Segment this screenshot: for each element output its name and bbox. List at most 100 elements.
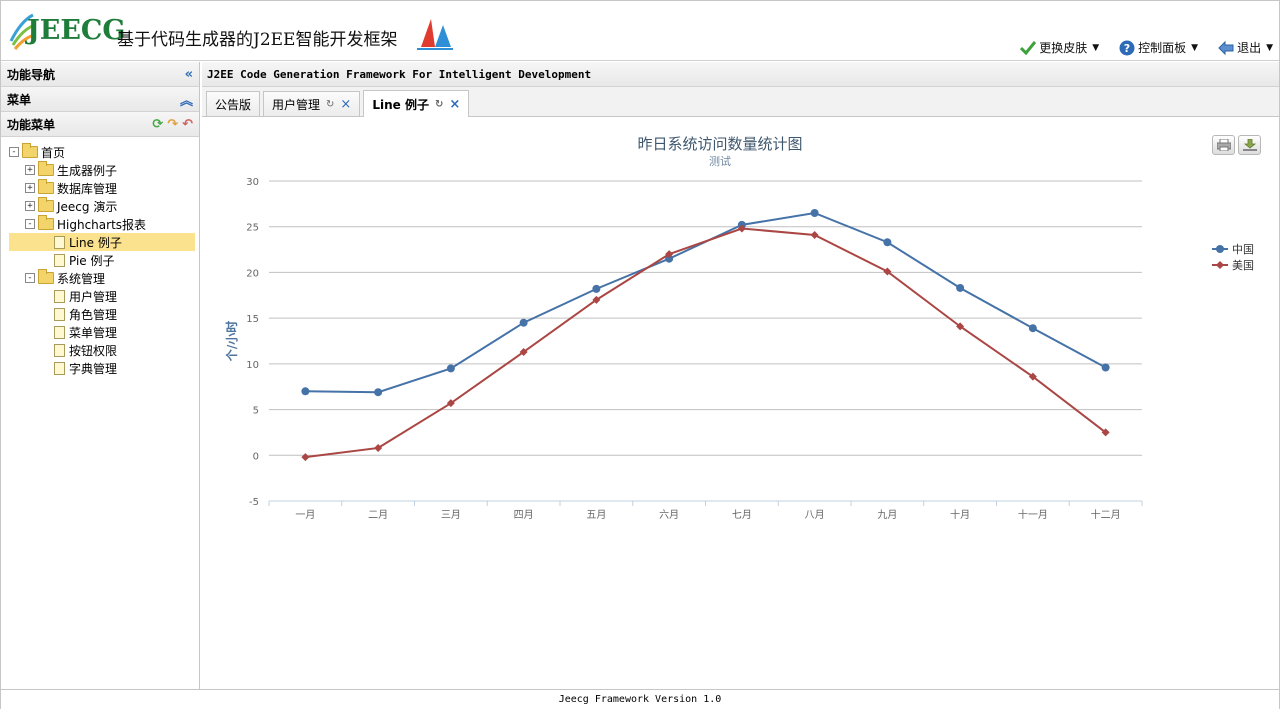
x-tick-label: 七月 bbox=[732, 509, 752, 521]
x-tick-label: 六月 bbox=[659, 509, 679, 521]
tab-refresh-icon[interactable]: ↻ bbox=[435, 99, 443, 110]
data-point bbox=[810, 230, 819, 239]
tree-node-label: Highcharts报表 bbox=[57, 217, 147, 232]
collapse-left-icon[interactable]: « bbox=[185, 67, 193, 82]
x-tick-label: 九月 bbox=[877, 509, 897, 521]
logo: JEECG 基于代码生成器的J2EE智能开发框架 bbox=[7, 9, 457, 57]
data-point bbox=[1028, 324, 1037, 333]
tree-node[interactable]: + Jeecg 演示 bbox=[9, 197, 199, 215]
collapse-icon[interactable]: - bbox=[25, 273, 35, 283]
help-icon: ? bbox=[1119, 40, 1135, 55]
logo-slogan: 基于代码生成器的J2EE智能开发框架 bbox=[117, 30, 398, 50]
data-point bbox=[1101, 363, 1110, 372]
tree-node-label: 按钮权限 bbox=[69, 343, 118, 358]
tree-node[interactable]: Line 例子 bbox=[9, 233, 195, 251]
sidebar: 功能导航 « 菜单 ︽ 功能菜单 ⟳ ↷ ↶ - 首页 + 生成器例子 + 数据库管理 + J… bbox=[1, 62, 200, 689]
x-tick-label: 三月 bbox=[441, 509, 461, 521]
check-icon bbox=[1020, 40, 1037, 55]
collapse-icon[interactable]: - bbox=[25, 219, 35, 229]
tab-label: 公告版 bbox=[215, 97, 252, 112]
header: JEECG 基于代码生成器的J2EE智能开发框架 更换皮肤 ▼ ? 控制面板 ▼… bbox=[1, 1, 1279, 61]
change-skin-menu[interactable]: 更换皮肤 ▼ bbox=[1020, 39, 1099, 56]
expand-icon[interactable]: + bbox=[25, 183, 35, 193]
collapse-up-icon[interactable]: ︽ bbox=[180, 90, 193, 109]
collapse-icon[interactable]: - bbox=[9, 147, 19, 157]
data-point bbox=[810, 209, 819, 217]
expand-icon[interactable]: + bbox=[25, 165, 35, 175]
tab-refresh-icon[interactable]: ↻ bbox=[326, 99, 334, 110]
app-window: JEECG 基于代码生成器的J2EE智能开发框架 更换皮肤 ▼ ? 控制面板 ▼… bbox=[0, 0, 1280, 709]
tree-node-label: 系统管理 bbox=[57, 271, 106, 286]
tree-node[interactable]: 角色管理 bbox=[9, 305, 199, 323]
y-tick-label: 25 bbox=[246, 223, 259, 234]
chart-subtitle: 测试 bbox=[709, 155, 731, 168]
chart-area: 昨日系统访问数量统计图 测试 -5 0 5 10 15 20 25 30 一月 二月 三月 四月 五月 六月 七… bbox=[202, 118, 1279, 689]
y-tick-label: 20 bbox=[246, 268, 259, 279]
sidebar-menu-header: 菜单 ︽ bbox=[1, 87, 199, 112]
y-tick-label: 10 bbox=[246, 360, 259, 371]
tab-item[interactable]: 公告版 bbox=[206, 91, 261, 116]
data-point bbox=[301, 453, 310, 462]
y-tick-label: 0 bbox=[253, 451, 259, 462]
tree-node[interactable]: + 数据库管理 bbox=[9, 179, 199, 197]
x-tick-label: 十一月 bbox=[1018, 508, 1048, 521]
sidebar-menu-title: 菜单 bbox=[7, 92, 32, 107]
chart-title: 昨日系统访问数量统计图 bbox=[637, 135, 802, 153]
file-icon bbox=[54, 361, 65, 375]
tree-node[interactable]: 用户管理 bbox=[9, 287, 199, 305]
line-chart: 昨日系统访问数量统计图测试 -5 0 5 10 15 20 25 30 一月 二月 三月 四月 五月 六月 七… bbox=[224, 135, 1254, 521]
chevron-down-icon: ▼ bbox=[1092, 42, 1100, 53]
tree-node[interactable]: 字典管理 bbox=[9, 359, 199, 377]
tree-node-label: 数据库管理 bbox=[57, 181, 118, 196]
footer: Jeecg Framework Version 1.0 bbox=[1, 689, 1279, 709]
logout-label: 退出 bbox=[1237, 41, 1262, 55]
legend-marker bbox=[1216, 261, 1224, 269]
tree-node[interactable]: 按钮权限 bbox=[9, 341, 199, 359]
logout-menu[interactable]: 退出 ▼ bbox=[1218, 39, 1273, 56]
tree-node[interactable]: 菜单管理 bbox=[9, 323, 199, 341]
series-line bbox=[305, 227, 1107, 459]
back-arrow-icon bbox=[1218, 40, 1234, 55]
download-icon bbox=[1242, 139, 1257, 151]
sidebar-func-title: 功能菜单 bbox=[7, 117, 56, 132]
tree-node-label: 生成器例子 bbox=[57, 163, 118, 178]
x-tick-label: 五月 bbox=[586, 509, 606, 521]
x-tick-label: 四月 bbox=[514, 509, 534, 521]
folder-icon bbox=[38, 215, 54, 230]
y-tick-label: 15 bbox=[246, 314, 259, 325]
tree-node[interactable]: - 首页 bbox=[9, 143, 199, 161]
menu-tree: - 首页 + 生成器例子 + 数据库管理 + Jeecg 演示 - Highcharts报表 Lin… bbox=[1, 137, 199, 377]
tree-node-label: Line 例子 bbox=[69, 235, 122, 250]
tree-node-label: Pie 例子 bbox=[69, 253, 115, 268]
file-icon bbox=[54, 307, 65, 321]
tree-node[interactable]: Pie 例子 bbox=[9, 251, 199, 269]
tab-item[interactable]: Line 例子 ↻ × bbox=[363, 90, 470, 117]
tree-node-label: 角色管理 bbox=[69, 307, 118, 322]
tab-close-icon[interactable]: × bbox=[449, 97, 460, 112]
tab-item[interactable]: 用户管理 ↻ × bbox=[263, 91, 361, 116]
logo-sail-icon bbox=[417, 19, 453, 50]
data-point bbox=[519, 318, 528, 327]
tree-node[interactable]: - 系统管理 bbox=[9, 269, 199, 287]
refresh-icon[interactable]: ⟳ bbox=[152, 117, 163, 132]
tab-close-icon[interactable]: × bbox=[340, 97, 351, 112]
y-tick-label: 5 bbox=[253, 406, 259, 417]
folder-icon bbox=[38, 269, 54, 284]
undo-icon[interactable]: ↶ bbox=[182, 117, 193, 132]
control-panel-menu[interactable]: ? 控制面板 ▼ bbox=[1119, 39, 1198, 56]
file-icon bbox=[54, 289, 65, 303]
tree-node-label: 首页 bbox=[41, 145, 66, 160]
main-panel: J2EE Code Generation Framework For Intel… bbox=[202, 62, 1279, 689]
tree-node[interactable]: - Highcharts报表 bbox=[9, 215, 199, 233]
data-point bbox=[301, 387, 310, 396]
data-point bbox=[956, 283, 965, 292]
expand-icon[interactable]: + bbox=[25, 201, 35, 211]
chevron-down-icon: ▼ bbox=[1266, 42, 1273, 53]
print-chart-button[interactable] bbox=[1212, 135, 1235, 155]
series-line bbox=[305, 211, 1107, 394]
x-tick-label: 八月 bbox=[805, 509, 825, 521]
sidebar-nav-title: 功能导航 bbox=[7, 67, 56, 82]
redo-icon[interactable]: ↷ bbox=[167, 117, 178, 132]
tree-node[interactable]: + 生成器例子 bbox=[9, 161, 199, 179]
export-chart-button[interactable] bbox=[1238, 135, 1261, 155]
